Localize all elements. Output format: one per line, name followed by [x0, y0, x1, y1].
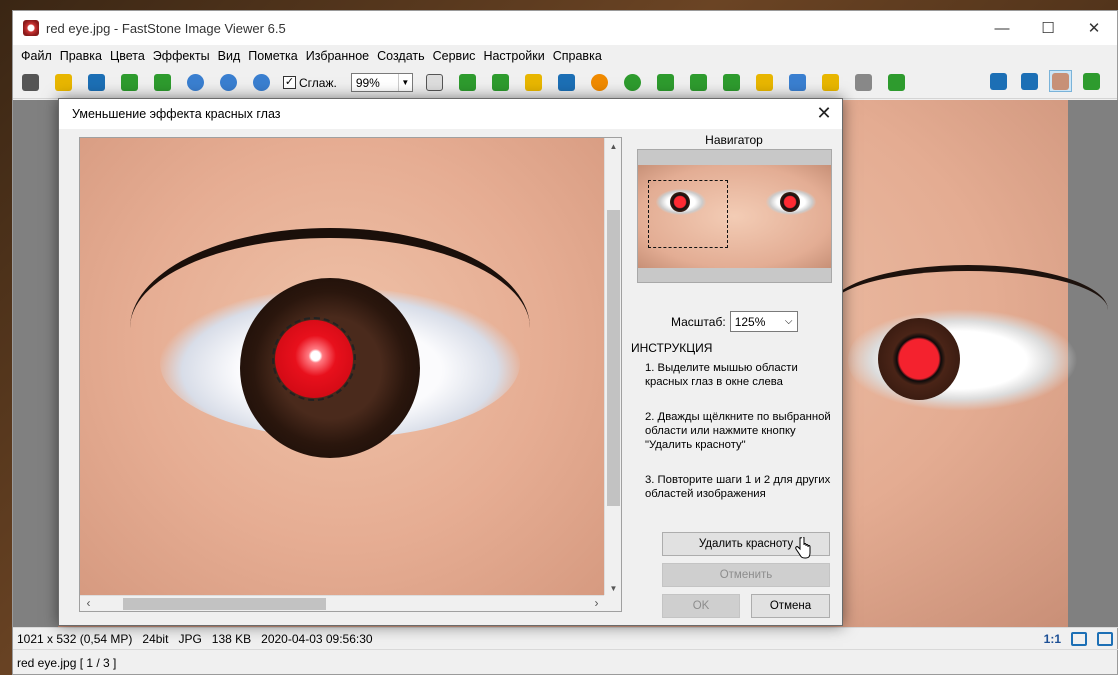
right-red-iris — [878, 318, 960, 400]
scroll-left-icon[interactable]: ‹ — [80, 596, 97, 611]
fit-screen-icon[interactable] — [1097, 631, 1113, 646]
close-button[interactable]: ✕ — [1071, 11, 1117, 45]
menu-colors[interactable]: Цвета — [106, 49, 149, 63]
menu-file[interactable]: Файл — [17, 49, 56, 63]
vertical-scrollbar[interactable]: ▲ ▼ — [604, 138, 621, 597]
red-eye-dialog: Уменьшение эффекта красных глаз ✕ ▲ ▼ ‹ … — [58, 98, 843, 626]
smooth-label: Сглаж. — [299, 75, 337, 90]
chevron-down-icon[interactable]: ⌵ — [781, 316, 797, 327]
dialog-title-bar: Уменьшение эффекта красных глаз ✕ — [59, 99, 842, 129]
image-bitdepth: 24bit — [142, 631, 169, 646]
next-icon[interactable] — [151, 72, 174, 94]
menu-settings[interactable]: Настройки — [479, 49, 548, 63]
color-adjust-icon[interactable] — [555, 72, 578, 94]
instructions-title: ИНСТРУКЦИЯ — [631, 341, 713, 355]
dialog-close-button[interactable]: ✕ — [812, 102, 836, 126]
navigator-image — [638, 165, 831, 268]
compare-icon[interactable] — [753, 72, 776, 94]
resize-icon[interactable] — [489, 72, 512, 94]
hand-cursor-icon — [795, 537, 811, 559]
edit-canvas[interactable]: ▲ ▼ ‹ › — [79, 137, 622, 612]
horizontal-scroll-thumb[interactable] — [123, 598, 326, 610]
menu-favorites[interactable]: Избранное — [302, 49, 373, 63]
nav-right-iris — [780, 192, 800, 212]
scale-value: 125% — [734, 314, 766, 329]
file-status-bar: red eye.jpg [ 1 / 3 ] — [13, 649, 1118, 675]
menu-effects[interactable]: Эффекты — [149, 49, 214, 63]
image-dimensions: 1021 x 532 (0,54 MP) — [17, 631, 133, 646]
scroll-corner — [604, 595, 621, 611]
actual-size-icon[interactable] — [250, 72, 273, 94]
scroll-up-icon[interactable]: ▲ — [605, 138, 621, 155]
slideshow-icon[interactable] — [456, 72, 479, 94]
instruction-step-2: 2. Дважды щёлкните по выбранной области … — [645, 411, 831, 451]
instruction-step-3: 3. Повторите шаги 1 и 2 для других облас… — [645, 474, 831, 500]
layout-1-icon[interactable] — [987, 70, 1010, 92]
title-bar: red eye.jpg - FastStone Image Viewer 6.5… — [13, 11, 1117, 45]
navigator-preview[interactable] — [637, 149, 832, 283]
zoom-select[interactable]: 99% ▼ — [350, 73, 413, 92]
image-format: JPG — [178, 631, 202, 646]
file-name-index: red eye.jpg [ 1 / 3 ] — [17, 656, 117, 670]
brightness-icon[interactable] — [588, 72, 611, 94]
layout-3-icon[interactable] — [1049, 70, 1072, 92]
menu-create[interactable]: Создать — [373, 49, 429, 63]
email-icon[interactable] — [819, 72, 842, 94]
menu-tools[interactable]: Сервис — [429, 49, 480, 63]
scale-control: Масштаб: 125% ⌵ — [671, 311, 798, 332]
camera-icon[interactable] — [19, 72, 42, 94]
save-icon[interactable] — [85, 72, 108, 94]
status-bar: 1021 x 532 (0,54 MP) 24bit JPG 138 KB 20… — [13, 627, 1118, 649]
flip-icon[interactable] — [720, 72, 743, 94]
cancel-button[interactable]: Отмена — [751, 594, 830, 618]
image-filesize: 138 KB — [211, 631, 252, 646]
nav-right-eye — [766, 189, 816, 215]
instruction-step-1: 1. Выделите мышью области красных глаз в… — [645, 362, 798, 388]
zoom-in-icon[interactable] — [184, 72, 207, 94]
maximize-button[interactable]: ☐ — [1025, 11, 1071, 45]
right-eye — [848, 300, 1098, 420]
horizontal-scrollbar[interactable]: ‹ › — [80, 595, 605, 611]
smooth-check-mark[interactable]: ✓ — [283, 76, 296, 89]
crop-icon[interactable] — [522, 72, 545, 94]
layout-2-icon[interactable] — [1018, 70, 1041, 92]
effects-icon[interactable] — [621, 72, 644, 94]
app-icon — [23, 20, 39, 36]
draw-icon[interactable] — [786, 72, 809, 94]
window-title: red eye.jpg - FastStone Image Viewer 6.5 — [46, 20, 286, 36]
fit-window-icon[interactable] — [1071, 631, 1087, 646]
chevron-down-icon[interactable]: ▼ — [397, 74, 412, 91]
menu-edit[interactable]: Правка — [56, 49, 106, 63]
toolbar: ✓ Сглаж. 99% ▼ — [13, 67, 1117, 99]
rotate-left-icon[interactable] — [654, 72, 677, 94]
menu-view[interactable]: Вид — [214, 49, 245, 63]
smooth-checkbox[interactable]: ✓ Сглаж. — [283, 76, 337, 90]
minimize-button[interactable]: — — [979, 11, 1025, 45]
scale-select[interactable]: 125% ⌵ — [729, 311, 798, 332]
open-folder-icon[interactable] — [52, 72, 75, 94]
zoomed-photo[interactable] — [80, 138, 605, 597]
hand-tool-icon[interactable] — [423, 72, 446, 94]
red-eye-selection[interactable] — [272, 317, 356, 401]
zoom-ratio[interactable]: 1:1 — [1044, 632, 1061, 646]
zoom-value: 99% — [355, 75, 380, 90]
settings-icon[interactable] — [885, 72, 908, 94]
zoom-out-icon[interactable] — [217, 72, 240, 94]
vertical-scroll-thumb[interactable] — [607, 210, 620, 506]
rotate-right-icon[interactable] — [687, 72, 710, 94]
fullscreen-icon[interactable] — [1080, 70, 1103, 92]
navigator-label: Навигатор — [705, 133, 763, 147]
dialog-title: Уменьшение эффекта красных глаз — [72, 107, 281, 121]
undo-button[interactable]: Отменить — [662, 563, 830, 587]
menu-help[interactable]: Справка — [549, 49, 606, 63]
menu-bar: Файл Правка Цвета Эффекты Вид Пометка Из… — [13, 45, 1117, 67]
scale-label: Масштаб: — [671, 314, 726, 329]
ok-button[interactable]: OK — [662, 594, 740, 618]
scroll-right-icon[interactable]: › — [588, 596, 605, 611]
navigator-viewport[interactable] — [648, 180, 728, 248]
print-icon[interactable] — [852, 72, 875, 94]
image-datetime: 2020-04-03 09:56:30 — [261, 631, 373, 646]
previous-icon[interactable] — [118, 72, 141, 94]
menu-tag[interactable]: Пометка — [244, 49, 302, 63]
